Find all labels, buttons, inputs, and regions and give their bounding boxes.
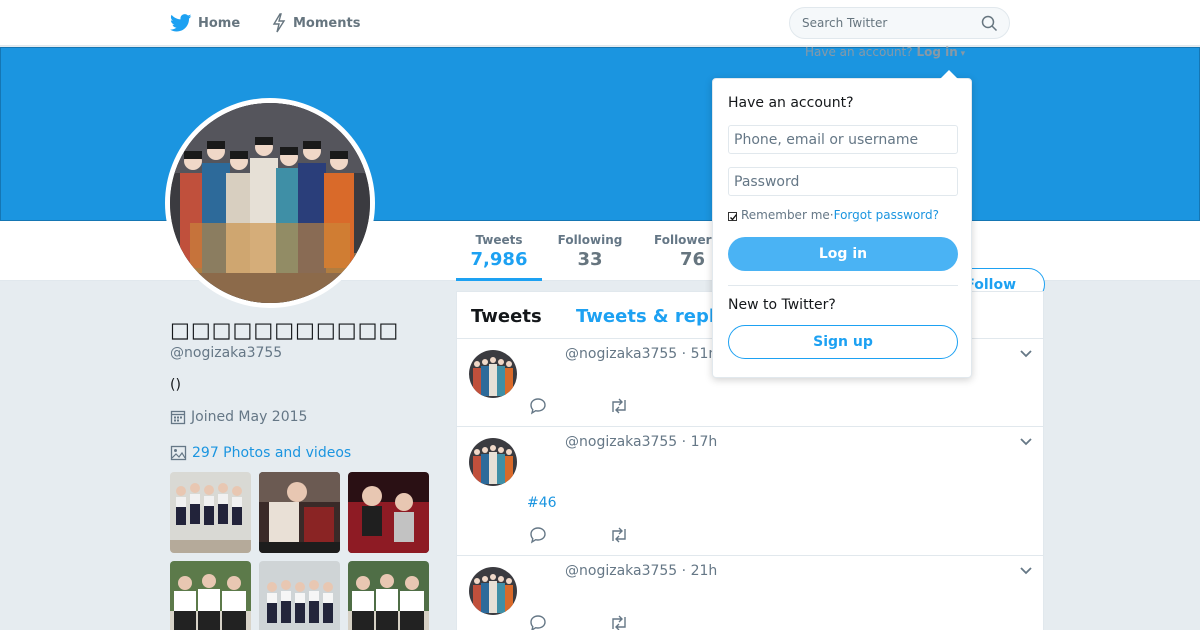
- remember-checkbox[interactable]: [728, 211, 738, 221]
- login-dropdown: Have an account? Remember me · Forgot pa…: [712, 78, 972, 378]
- password-field[interactable]: [728, 167, 958, 196]
- photos-link[interactable]: 297 Photos and videos: [170, 445, 351, 461]
- photos-link-label: 297 Photos and videos: [192, 445, 352, 461]
- photo-image: [348, 472, 429, 553]
- tweet-actions: [529, 526, 689, 548]
- reply-icon[interactable]: [529, 614, 547, 630]
- signup-button[interactable]: Sign up: [728, 325, 958, 359]
- stat-followers[interactable]: Followers 76: [650, 221, 720, 281]
- lightning-icon: [272, 13, 286, 33]
- chevron-down-icon[interactable]: [1019, 437, 1033, 447]
- photo-image: [348, 561, 429, 630]
- top-nav: Home Moments: [0, 0, 1200, 46]
- stat-label: Followers: [654, 233, 719, 247]
- tweet-actions: [529, 397, 689, 419]
- caret-down-icon: ▾: [957, 49, 966, 59]
- retweet-icon[interactable]: [609, 614, 629, 630]
- photo-image: [170, 561, 251, 630]
- tweet-avatar[interactable]: [469, 567, 517, 615]
- tweet-avatar-image: [469, 350, 517, 398]
- stat-value: 33: [577, 249, 603, 270]
- photo-thumbnail[interactable]: [259, 561, 340, 630]
- remember-label: Remember me: [741, 208, 830, 222]
- stat-value: 7,986: [470, 249, 528, 270]
- nav-home-label: Home: [198, 15, 241, 31]
- photo-thumbnail[interactable]: [170, 472, 251, 553]
- stat-label: Tweets: [475, 233, 523, 247]
- tweet[interactable]: @nogizaka3755 · 17h #46: [457, 427, 1043, 556]
- photo-image: [259, 472, 340, 553]
- photo-thumbnail[interactable]: [259, 472, 340, 553]
- search-box: [789, 7, 1010, 39]
- username-field[interactable]: [728, 125, 958, 154]
- nav-moments-label: Moments: [293, 15, 361, 31]
- tweet-avatar-image: [469, 567, 517, 615]
- stat-label: Following: [557, 233, 623, 247]
- tweet-header: @nogizaka3755 · 17h: [565, 434, 718, 450]
- retweet-icon[interactable]: [609, 397, 629, 415]
- login-button[interactable]: Log in: [728, 237, 958, 271]
- tweet-header: @nogizaka3755 · 51m: [565, 346, 723, 362]
- photo-thumbnail[interactable]: [348, 561, 429, 630]
- tweet-header: @nogizaka3755 · 21h: [565, 563, 718, 579]
- retweet-icon[interactable]: [609, 526, 629, 544]
- twitter-bird-icon: [170, 14, 192, 32]
- stat-value: 76: [680, 249, 706, 270]
- login-hint-text: Have an account?: [805, 45, 913, 59]
- search-icon[interactable]: [981, 15, 998, 32]
- reply-icon[interactable]: [529, 397, 547, 415]
- photo-thumbnail[interactable]: [348, 472, 429, 553]
- remember-row: Remember me · Forgot password?: [728, 208, 939, 222]
- new-to-twitter-label: New to Twitter?: [728, 297, 836, 313]
- nav-home[interactable]: Home: [170, 0, 240, 46]
- stat-tweets[interactable]: Tweets 7,986: [456, 221, 542, 281]
- image-icon: [170, 445, 187, 461]
- avatar-photo: [170, 103, 370, 303]
- photo-thumbnail[interactable]: [170, 561, 251, 630]
- login-hint: Have an account? Log in ▾: [805, 45, 965, 59]
- tab-tweets[interactable]: Tweets: [471, 306, 542, 327]
- tweet-hashtag[interactable]: #46: [527, 495, 557, 511]
- nav-moments[interactable]: Moments: [271, 0, 360, 46]
- display-name: □□□□□□□□□□□: [170, 318, 400, 342]
- joined-date: Joined May 2015: [170, 409, 307, 425]
- dropdown-caret: [940, 70, 958, 79]
- stat-following[interactable]: Following 33: [550, 221, 630, 281]
- forgot-password-link[interactable]: Forgot password?: [834, 208, 939, 222]
- tweet-avatar-image: [469, 438, 517, 486]
- divider: [728, 285, 958, 286]
- tweet-avatar[interactable]: [469, 350, 517, 398]
- chevron-down-icon[interactable]: [1019, 566, 1033, 576]
- reply-icon[interactable]: [529, 526, 547, 544]
- photo-image: [170, 472, 251, 553]
- screen-name: @nogizaka3755: [170, 345, 283, 361]
- avatar[interactable]: [165, 98, 375, 308]
- tweet[interactable]: @nogizaka3755 · 21h: [457, 556, 1043, 630]
- chevron-down-icon[interactable]: [1019, 349, 1033, 359]
- tweet-avatar[interactable]: [469, 438, 517, 486]
- joined-text: Joined May 2015: [191, 409, 308, 425]
- login-hint-link[interactable]: Log in: [916, 45, 957, 59]
- search-input[interactable]: [802, 8, 972, 38]
- login-dropdown-title: Have an account?: [728, 95, 854, 111]
- calendar-icon: [170, 410, 186, 425]
- checkmark-icon: [730, 213, 738, 221]
- tweet-actions: [529, 614, 689, 630]
- bio: (): [170, 377, 181, 393]
- photo-image: [259, 561, 340, 630]
